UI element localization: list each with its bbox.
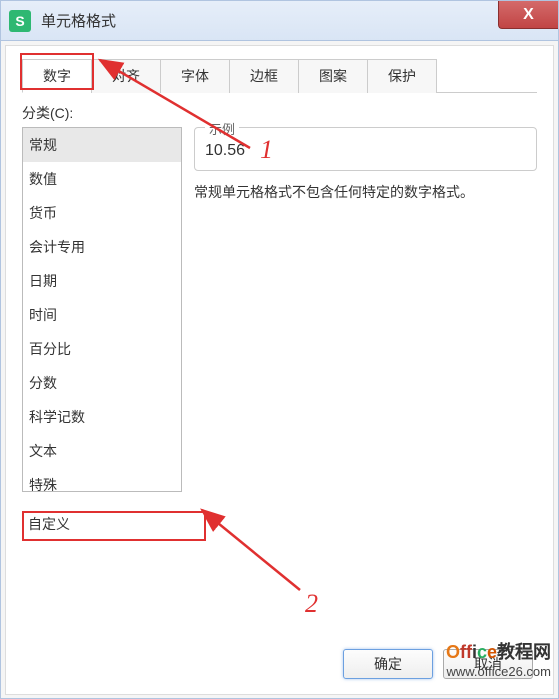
tab-border[interactable]: 边框 (229, 59, 299, 93)
tab-protect[interactable]: 保护 (367, 59, 437, 93)
dialog-window: S 单元格格式 X 数字 对齐 字体 边框 图案 保护 分类(C): 常规 数值… (0, 0, 559, 699)
category-label: 分类(C): (22, 103, 537, 123)
window-title: 单元格格式 (41, 10, 116, 31)
dialog-content: 数字 对齐 字体 边框 图案 保护 分类(C): 常规 数值 货币 会计专用 日… (5, 45, 554, 695)
close-button[interactable]: X (498, 1, 558, 29)
body-area: 常规 数值 货币 会计专用 日期 时间 百分比 分数 科学记数 文本 特殊 示例… (22, 127, 537, 492)
watermark: Office教程网 www.office26.com (446, 638, 551, 679)
watermark-logo: Office教程网 (446, 638, 551, 664)
app-icon: S (9, 10, 31, 32)
sample-value: 10.56 (205, 142, 526, 160)
list-item-accounting[interactable]: 会计专用 (23, 230, 181, 264)
list-item-fraction[interactable]: 分数 (23, 366, 181, 400)
tab-pattern[interactable]: 图案 (298, 59, 368, 93)
close-icon: X (523, 6, 534, 24)
sample-label: 示例 (205, 119, 239, 138)
right-panel: 示例 10.56 常规单元格格式不包含任何特定的数字格式。 (194, 127, 537, 492)
list-item-general[interactable]: 常规 (23, 128, 181, 162)
sample-box: 示例 10.56 (194, 127, 537, 171)
titlebar: S 单元格格式 X (1, 1, 558, 41)
list-item-number[interactable]: 数值 (23, 162, 181, 196)
watermark-url: www.office26.com (446, 664, 551, 679)
list-item-custom[interactable]: 自定义 (28, 514, 70, 534)
tab-align[interactable]: 对齐 (91, 59, 161, 93)
format-description: 常规单元格格式不包含任何特定的数字格式。 (194, 181, 537, 203)
list-item-date[interactable]: 日期 (23, 264, 181, 298)
list-item-currency[interactable]: 货币 (23, 196, 181, 230)
list-item-scientific[interactable]: 科学记数 (23, 400, 181, 434)
list-item-special[interactable]: 特殊 (23, 468, 181, 492)
list-item-time[interactable]: 时间 (23, 298, 181, 332)
category-listbox[interactable]: 常规 数值 货币 会计专用 日期 时间 百分比 分数 科学记数 文本 特殊 (22, 127, 182, 492)
list-item-percent[interactable]: 百分比 (23, 332, 181, 366)
list-item-text[interactable]: 文本 (23, 434, 181, 468)
ok-button[interactable]: 确定 (343, 649, 433, 679)
tab-bar: 数字 对齐 字体 边框 图案 保护 (22, 58, 537, 93)
tab-number[interactable]: 数字 (22, 59, 92, 93)
tab-font[interactable]: 字体 (160, 59, 230, 93)
